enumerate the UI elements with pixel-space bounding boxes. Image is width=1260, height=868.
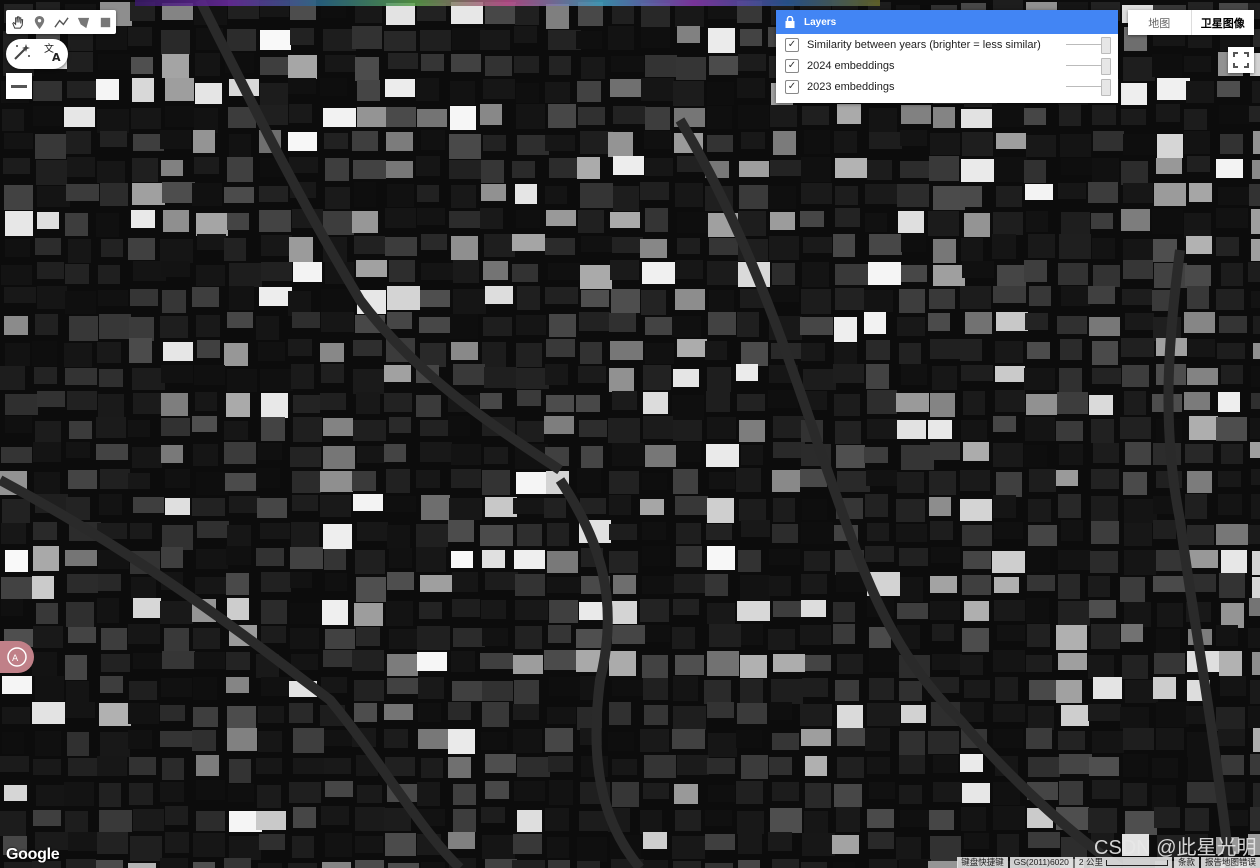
- rectangle-icon[interactable]: [94, 10, 116, 34]
- layers-panel-title: Layers: [804, 16, 837, 28]
- opacity-slider-handle[interactable]: [1101, 37, 1111, 54]
- similarity-map-layer: [0, 0, 1260, 868]
- opacity-slider-handle[interactable]: [1101, 58, 1111, 75]
- layer-row-2024: ✓ 2024 embeddings: [776, 55, 1118, 76]
- map-type-control: 地图 卫星图像: [1128, 10, 1254, 35]
- google-logo: Google: [6, 846, 60, 863]
- embeddings-layer-strip: [135, 0, 880, 6]
- layer-label: Similarity between years (brighter = les…: [807, 38, 1041, 51]
- layer-label: 2023 embeddings: [807, 80, 895, 93]
- hand-icon[interactable]: [6, 10, 28, 34]
- layers-panel: Layers ✓ Similarity between years (brigh…: [776, 10, 1118, 103]
- opacity-slider-handle[interactable]: [1101, 79, 1111, 96]
- tools-pill: 文A: [6, 39, 68, 69]
- map-type-satellite-button[interactable]: 卫星图像: [1192, 10, 1255, 35]
- scale-control[interactable]: 2 公里: [1074, 857, 1172, 868]
- layer-checkbox[interactable]: ✓: [785, 58, 799, 73]
- map-type-map-button[interactable]: 地图: [1128, 10, 1192, 35]
- scale-bar: [1105, 859, 1168, 866]
- minus-icon: [11, 84, 27, 88]
- magic-wand-icon[interactable]: [11, 41, 33, 68]
- fullscreen-icon: [1233, 52, 1249, 68]
- csdn-watermark: CSDN @此星光明: [1094, 837, 1257, 859]
- map-canvas[interactable]: [0, 0, 1260, 868]
- layer-checkbox[interactable]: ✓: [785, 79, 799, 94]
- polygon-icon[interactable]: [72, 10, 94, 34]
- svg-text:A: A: [12, 654, 19, 664]
- layers-panel-header[interactable]: Layers: [776, 10, 1118, 34]
- fullscreen-button[interactable]: [1228, 47, 1254, 73]
- translate-icon: A: [7, 647, 27, 667]
- terms-link[interactable]: 条款: [1173, 857, 1199, 868]
- translate-floating-button[interactable]: A: [0, 641, 34, 673]
- line-icon[interactable]: [50, 10, 72, 34]
- map-data-attribution: GS(2011)6020: [1009, 857, 1073, 868]
- keyboard-shortcuts-link[interactable]: 键盘快捷键: [957, 857, 1008, 868]
- layer-checkbox[interactable]: ✓: [785, 37, 799, 52]
- map-footer: 键盘快捷键 GS(2011)6020 2 公里 条款 报告地图错误: [955, 857, 1260, 868]
- drawing-toolbar: [6, 10, 116, 34]
- layer-label: 2024 embeddings: [807, 59, 895, 72]
- layer-row-2023: ✓ 2023 embeddings: [776, 76, 1118, 97]
- scale-label: 2 公里: [1078, 857, 1103, 867]
- translate-icon[interactable]: 文A: [42, 41, 64, 68]
- report-map-error-link[interactable]: 报告地图错误: [1200, 857, 1260, 868]
- layer-row-similarity: ✓ Similarity between years (brighter = l…: [776, 34, 1118, 55]
- lock-icon: [776, 16, 804, 28]
- zoom-out-button[interactable]: [6, 73, 32, 99]
- svg-text:A: A: [52, 51, 61, 63]
- marker-icon[interactable]: [28, 10, 50, 34]
